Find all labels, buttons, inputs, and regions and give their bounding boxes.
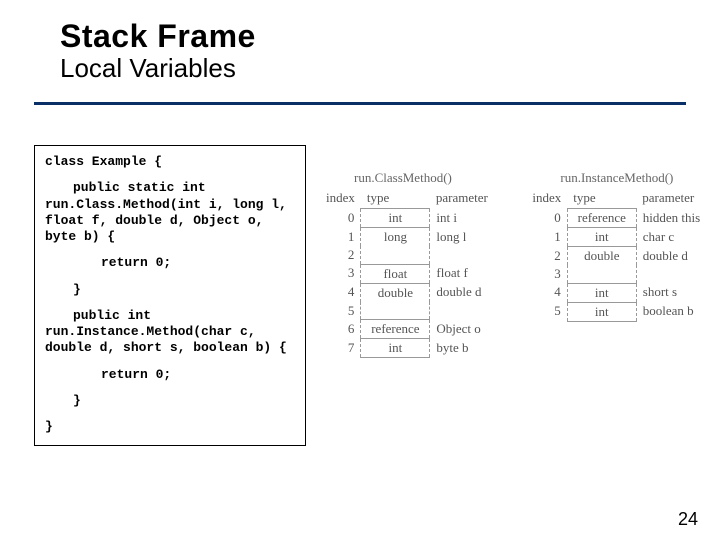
table-row: 3floatfloat f bbox=[320, 264, 516, 283]
code-line: class Example { bbox=[45, 154, 295, 170]
page-number: 24 bbox=[678, 509, 698, 530]
code-line: } bbox=[73, 393, 295, 409]
col-param: parameter bbox=[636, 190, 720, 209]
diagram: run.ClassMethod() index type parameter 0… bbox=[320, 170, 700, 358]
col-index: index bbox=[320, 190, 361, 209]
table-row: 1intchar c bbox=[526, 228, 720, 247]
slide: Stack Frame Local Variables class Exampl… bbox=[0, 0, 720, 540]
title-sub: Local Variables bbox=[60, 53, 660, 84]
col-type: type bbox=[567, 190, 636, 209]
table-row: 7intbyte b bbox=[320, 339, 516, 358]
method-title: run.InstanceMethod() bbox=[526, 170, 720, 186]
code-line: run.Instance.Method(char c, double d, sh… bbox=[45, 324, 295, 357]
code-line: } bbox=[45, 419, 295, 435]
title-main: Stack Frame bbox=[60, 18, 660, 55]
code-line: run.Class.Method(int i, long l, float f,… bbox=[45, 197, 295, 246]
table-row: 0intint i bbox=[320, 209, 516, 228]
code-line: return 0; bbox=[101, 367, 295, 383]
code-line: } bbox=[73, 282, 295, 298]
code-box: class Example { public static int run.Cl… bbox=[34, 145, 306, 446]
table-row: 1longlong l bbox=[320, 228, 516, 247]
code-line: return 0; bbox=[101, 255, 295, 271]
code-line: public int bbox=[73, 308, 295, 324]
stack-table: index type parameter 0referencehidden th… bbox=[526, 190, 720, 322]
table-row: 2doubledouble d bbox=[526, 247, 720, 266]
divider bbox=[34, 102, 686, 105]
stack-table: index type parameter 0intint i 1longlong… bbox=[320, 190, 516, 358]
col-type: type bbox=[361, 190, 430, 209]
table-row: 6referenceObject o bbox=[320, 320, 516, 339]
col-index: index bbox=[526, 190, 567, 209]
table-row: 5intboolean b bbox=[526, 302, 720, 321]
table-row: 3 bbox=[526, 265, 720, 283]
table-row: 4intshort s bbox=[526, 283, 720, 302]
code-line: public static int bbox=[73, 180, 295, 196]
left-stack: run.ClassMethod() index type parameter 0… bbox=[320, 170, 516, 358]
table-row: 5 bbox=[320, 302, 516, 320]
col-param: parameter bbox=[430, 190, 517, 209]
table-header: index type parameter bbox=[320, 190, 516, 209]
method-title: run.ClassMethod() bbox=[320, 170, 516, 186]
table-row: 4doubledouble d bbox=[320, 283, 516, 302]
table-row: 0referencehidden this bbox=[526, 209, 720, 228]
table-row: 2 bbox=[320, 246, 516, 264]
right-stack: run.InstanceMethod() index type paramete… bbox=[526, 170, 720, 358]
title-area: Stack Frame Local Variables bbox=[60, 18, 660, 84]
table-header: index type parameter bbox=[526, 190, 720, 209]
